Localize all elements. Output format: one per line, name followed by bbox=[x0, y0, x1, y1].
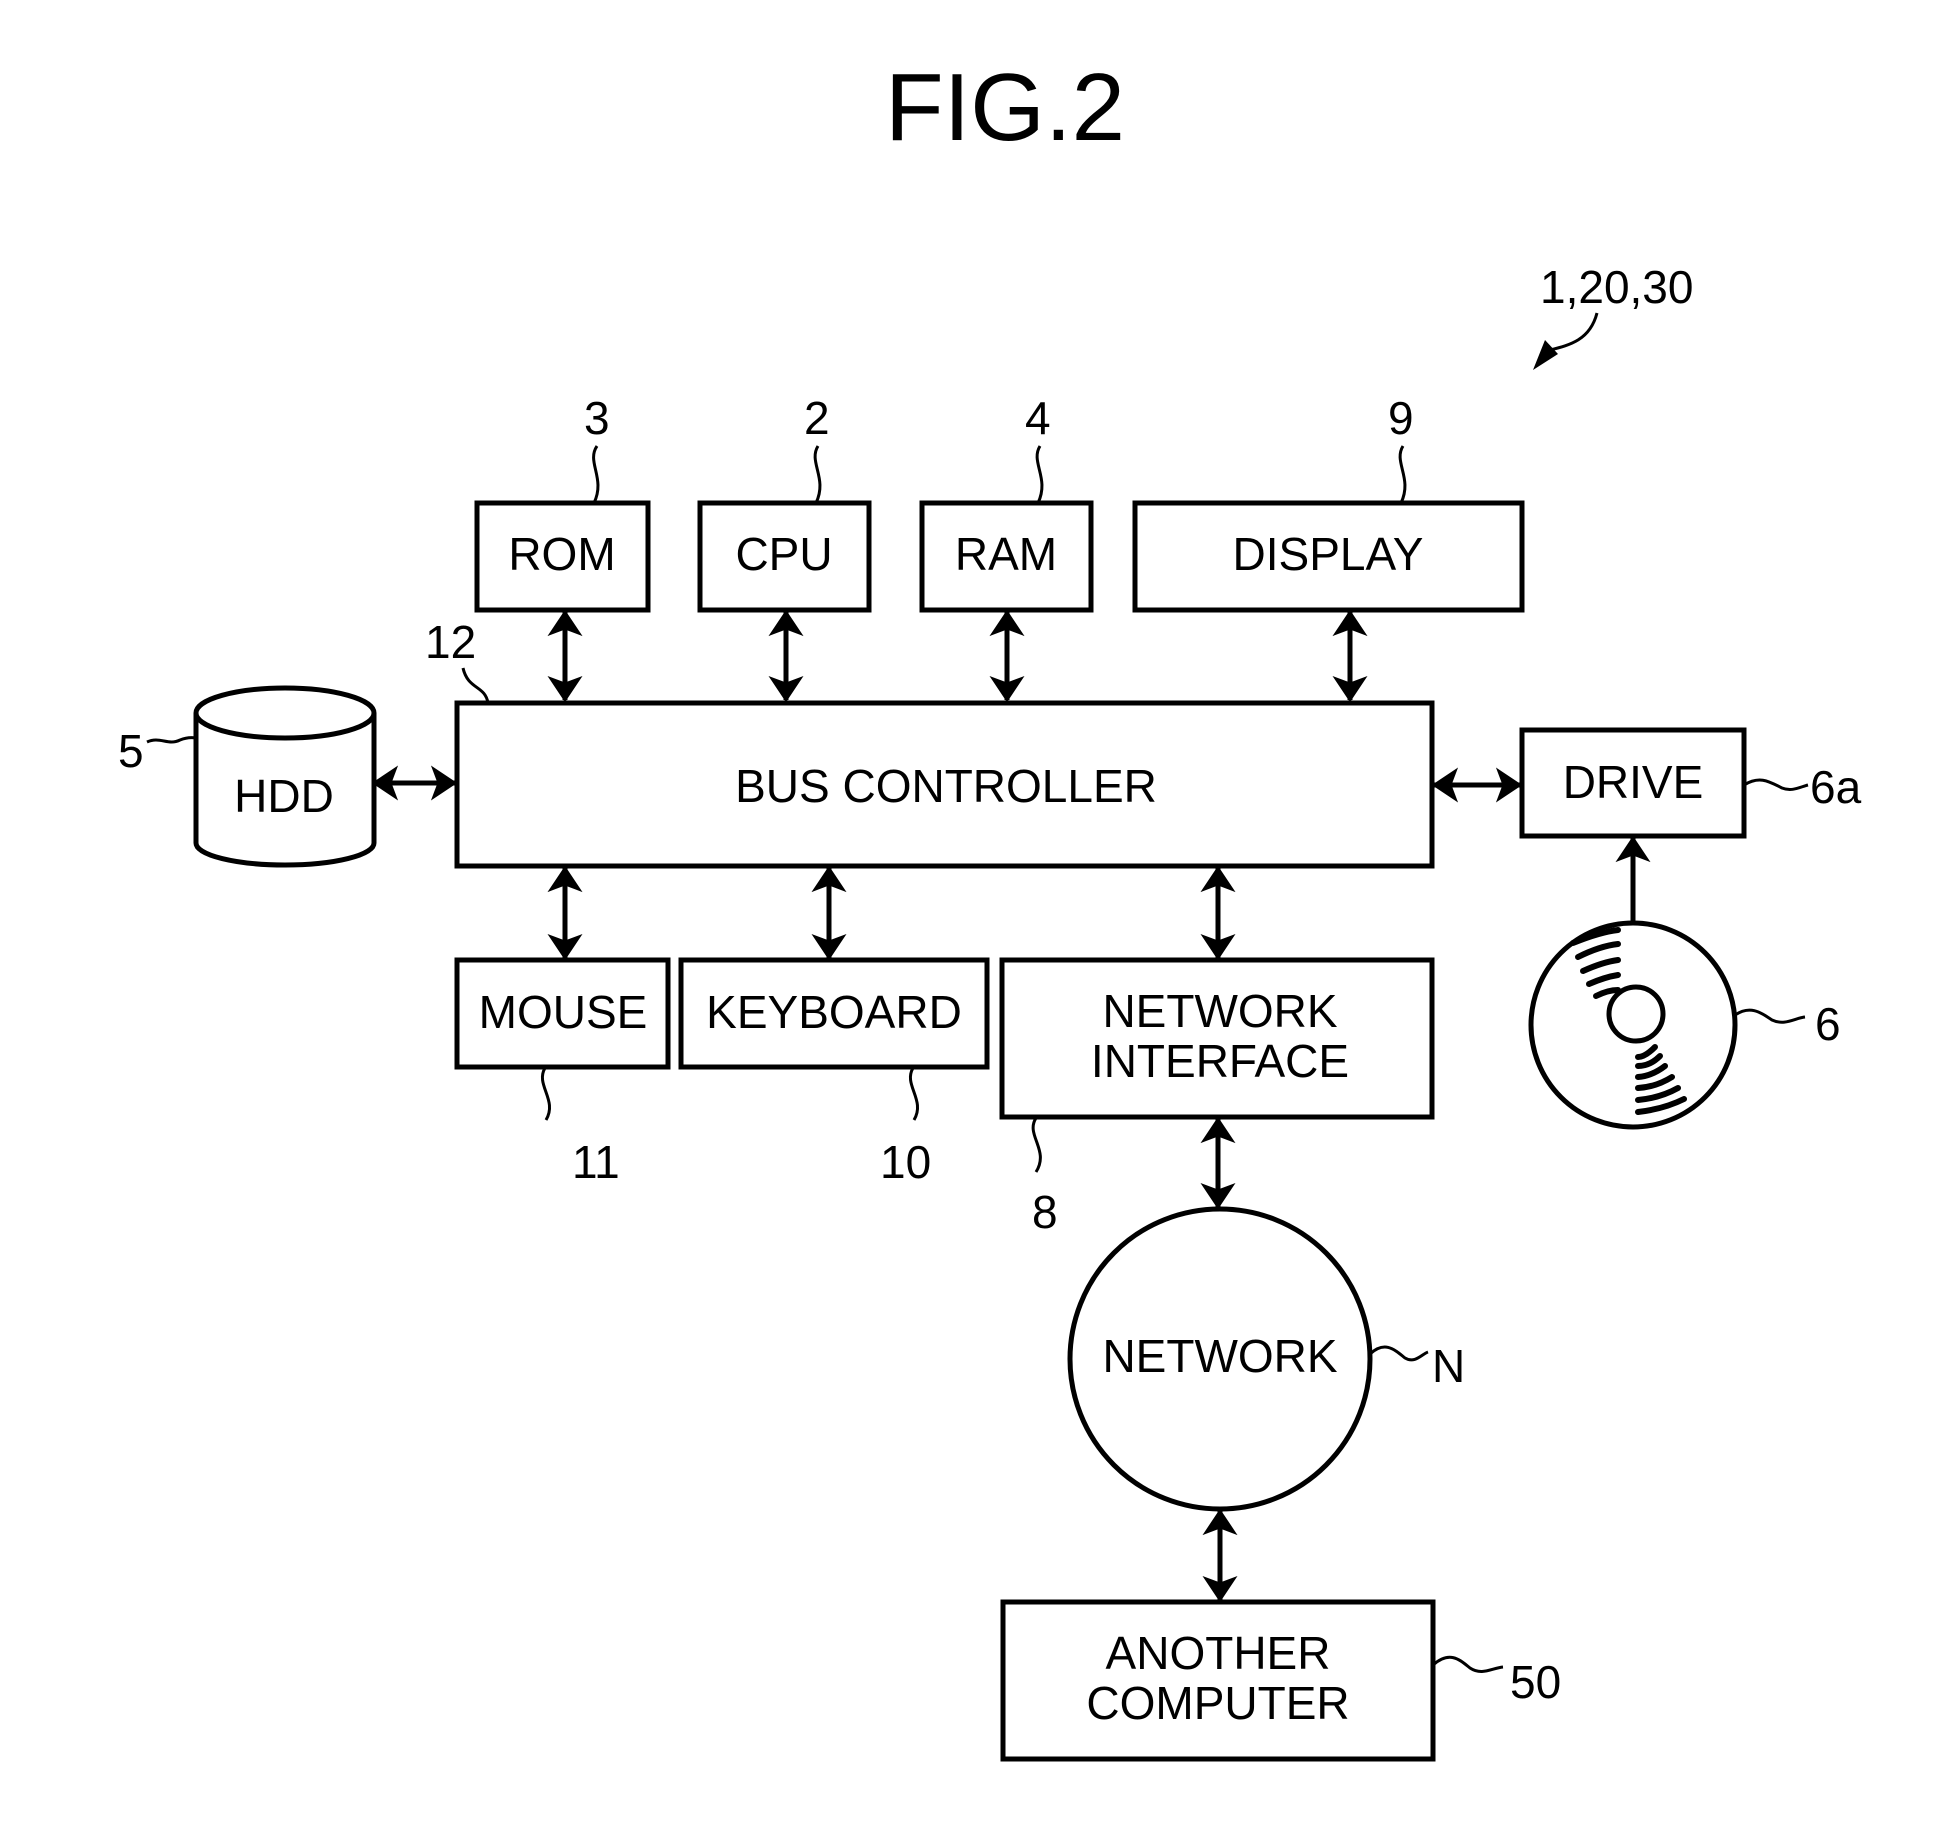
another-computer-label-line1: ANOTHER bbox=[1106, 1627, 1331, 1679]
network-interface-leader-line bbox=[1031, 1117, 1042, 1173]
bus-controller-block: BUS CONTROLLER 12 bbox=[425, 616, 1435, 869]
another-computer-leader-line bbox=[1432, 1655, 1504, 1673]
system-ref-arrowhead-icon bbox=[1533, 340, 1558, 370]
network-block: NETWORK N bbox=[1067, 1206, 1465, 1603]
keyboard-block: KEYBOARD 10 bbox=[678, 865, 990, 1188]
display-leader-line bbox=[1398, 445, 1407, 504]
network-interface-label-line1: NETWORK bbox=[1102, 985, 1337, 1037]
another-computer-block: ANOTHER COMPUTER 50 bbox=[1000, 1599, 1561, 1762]
disc-block: 6 bbox=[1528, 835, 1841, 1130]
rom-ref: 3 bbox=[584, 392, 610, 444]
ram-leader-line bbox=[1035, 445, 1044, 504]
hdd-leader-line bbox=[146, 736, 197, 744]
system-ref-arrow bbox=[1549, 312, 1599, 352]
network-interface-block: NETWORK INTERFACE 8 bbox=[999, 865, 1435, 1238]
keyboard-label: KEYBOARD bbox=[706, 986, 962, 1038]
drive-block: DRIVE 6a bbox=[1431, 727, 1862, 839]
bus-controller-leader-line bbox=[461, 667, 490, 704]
drive-label: DRIVE bbox=[1563, 756, 1704, 808]
rom-block: ROM 3 bbox=[474, 392, 651, 703]
bus-controller-label: BUS CONTROLLER bbox=[735, 760, 1157, 812]
disc-leader-line bbox=[1734, 1008, 1806, 1024]
another-computer-ref: 50 bbox=[1510, 1656, 1561, 1708]
hdd-label: HDD bbox=[234, 770, 334, 822]
cpu-block: CPU 2 bbox=[697, 392, 872, 703]
display-label: DISPLAY bbox=[1233, 528, 1424, 580]
ref-label-system: 1,20,30 bbox=[1540, 261, 1693, 313]
figure-title: FIG.2 bbox=[885, 54, 1125, 161]
network-interface-label-line2: INTERFACE bbox=[1091, 1035, 1349, 1087]
bus-controller-ref: 12 bbox=[425, 616, 476, 668]
rom-label: ROM bbox=[508, 528, 615, 580]
disc-icon bbox=[1528, 920, 1738, 1130]
display-block: DISPLAY 9 bbox=[1132, 392, 1525, 703]
keyboard-leader-line bbox=[908, 1067, 920, 1121]
disc-ref: 6 bbox=[1815, 998, 1841, 1050]
mouse-block: MOUSE 11 bbox=[454, 865, 671, 1188]
keyboard-ref: 10 bbox=[880, 1136, 931, 1188]
block-diagram: FIG.2 1,20,30 ROM 3 CPU 2 RAM 4 DISPLAY … bbox=[118, 54, 1862, 1762]
display-ref: 9 bbox=[1388, 392, 1414, 444]
ram-ref: 4 bbox=[1025, 392, 1051, 444]
another-computer-label-line2: COMPUTER bbox=[1086, 1677, 1349, 1729]
cpu-ref: 2 bbox=[804, 392, 830, 444]
hdd-cylinder-top bbox=[193, 685, 377, 741]
ram-label: RAM bbox=[955, 528, 1057, 580]
mouse-ref: 11 bbox=[572, 1136, 620, 1188]
network-label: NETWORK bbox=[1102, 1330, 1337, 1382]
cpu-label: CPU bbox=[735, 528, 832, 580]
network-interface-ref: 8 bbox=[1032, 1186, 1058, 1238]
hdd-ref: 5 bbox=[118, 725, 144, 777]
rom-leader-line bbox=[592, 445, 600, 504]
hdd-block: HDD 5 bbox=[118, 685, 458, 868]
network-ref: N bbox=[1432, 1340, 1465, 1392]
network-leader-line bbox=[1368, 1345, 1429, 1362]
drive-leader-line bbox=[1743, 778, 1809, 791]
drive-ref: 6a bbox=[1810, 761, 1862, 813]
mouse-label: MOUSE bbox=[479, 986, 648, 1038]
ram-block: RAM 4 bbox=[919, 392, 1094, 703]
cpu-leader-line bbox=[813, 445, 822, 504]
mouse-leader-line bbox=[540, 1067, 552, 1121]
